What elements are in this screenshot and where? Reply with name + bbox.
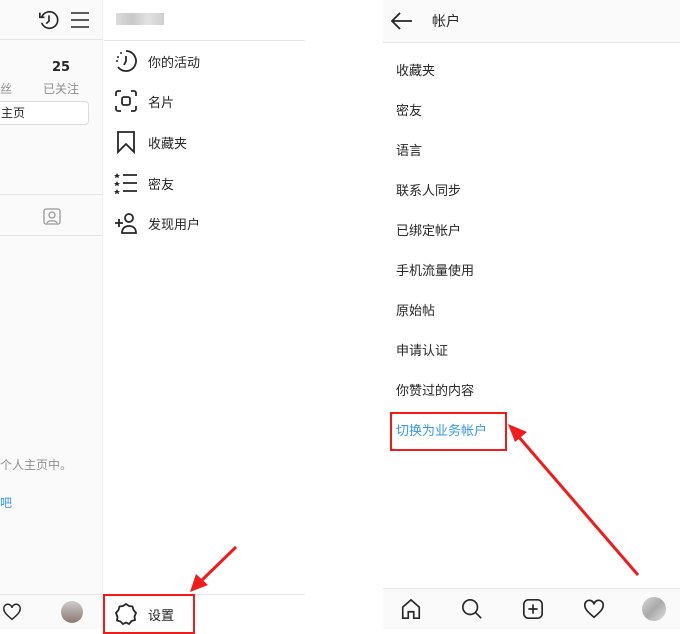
right-screen: 帐户 收藏夹 密友 语言 联系人同步 已绑定帐户 手机流量使用 原始帖 申请认证… <box>383 0 680 629</box>
bookmark-icon <box>117 131 135 154</box>
back-arrow-icon[interactable] <box>391 12 413 30</box>
settings-item[interactable]: 收藏夹 <box>396 62 435 82</box>
settings-item[interactable]: 申请认证 <box>396 342 448 362</box>
settings-item[interactable]: 语言 <box>396 142 422 162</box>
annotation-box-business <box>390 412 507 451</box>
left-screen: 25 丝 已关注 主页 个人主页中。 吧 你的活动 名片 收藏夹 密友 发现用户… <box>0 0 305 634</box>
menu-item-label: 密友 <box>148 177 175 193</box>
menu-item-close-friends[interactable]: 密友 <box>114 168 174 198</box>
followers-label: 丝 <box>0 82 13 96</box>
tagged-icon[interactable] <box>42 206 62 226</box>
side-menu: 你的活动 名片 收藏夹 密友 发现用户 设置 <box>104 0 305 629</box>
settings-item[interactable]: 联系人同步 <box>396 182 461 202</box>
history-icon[interactable] <box>38 9 60 31</box>
heart-icon[interactable] <box>2 603 22 621</box>
menu-item-discover-people[interactable]: 发现用户 <box>114 208 200 238</box>
avatar[interactable] <box>61 601 83 623</box>
settings-item[interactable]: 已绑定帐户 <box>396 222 461 242</box>
following-count: 25 <box>52 60 71 75</box>
menu-item-label: 收藏夹 <box>148 136 188 152</box>
page-title: 帐户 <box>432 14 460 30</box>
settings-item[interactable]: 密友 <box>396 102 422 122</box>
username-blurred <box>116 13 164 25</box>
settings-item[interactable]: 你赞过的内容 <box>396 382 474 402</box>
edit-profile-button[interactable]: 主页 <box>0 101 89 125</box>
account-header: 帐户 <box>383 0 680 43</box>
menu-item-label: 你的活动 <box>148 55 201 71</box>
profile-link[interactable]: 吧 <box>0 494 12 511</box>
menu-item-nametag[interactable]: 名片 <box>114 86 174 116</box>
close-friends-icon <box>114 173 137 195</box>
activity-icon <box>116 50 137 72</box>
menu-icon[interactable] <box>70 10 90 30</box>
profile-top-bar <box>0 0 102 40</box>
bottom-nav <box>383 588 680 629</box>
following-label: 已关注 <box>43 82 80 96</box>
menu-item-saved[interactable]: 收藏夹 <box>114 127 187 157</box>
search-icon[interactable] <box>461 598 483 620</box>
add-user-icon <box>115 213 137 234</box>
avatar[interactable] <box>642 597 666 621</box>
annotation-box-settings <box>103 594 195 634</box>
menu-item-activity[interactable]: 你的活动 <box>114 46 200 76</box>
profile-panel: 25 丝 已关注 主页 个人主页中。 吧 <box>0 0 103 629</box>
empty-profile-text: 个人主页中。 <box>0 458 73 472</box>
settings-item[interactable]: 手机流量使用 <box>396 262 474 282</box>
home-icon[interactable] <box>400 598 422 620</box>
settings-item[interactable]: 原始帖 <box>396 302 435 322</box>
heart-icon[interactable] <box>583 598 605 620</box>
menu-item-label: 发现用户 <box>148 217 201 233</box>
nametag-icon <box>115 90 137 112</box>
menu-item-label: 名片 <box>148 95 175 111</box>
new-post-icon[interactable] <box>522 598 544 620</box>
